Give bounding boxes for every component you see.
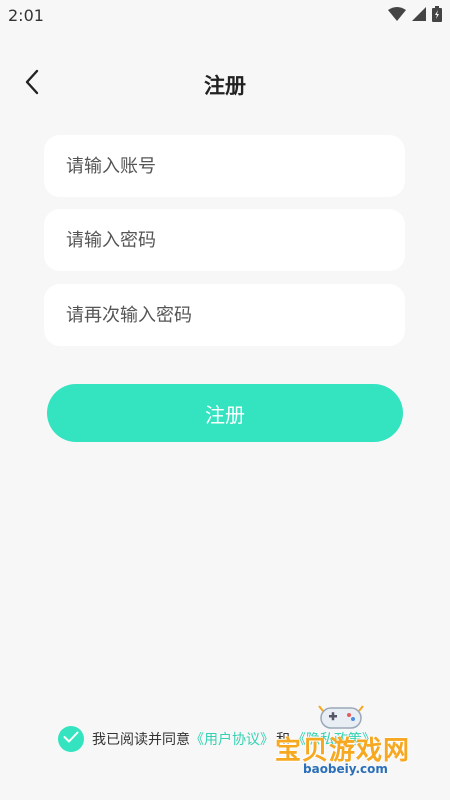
signal-icon [412,7,426,21]
agreement-prefix: 我已阅读并同意 [92,732,190,748]
watermark: 宝贝游戏网 baobeiy.com [275,700,425,790]
battery-icon [432,6,442,22]
password-input[interactable] [64,228,385,252]
status-time: 2:01 [8,6,44,25]
header: 注册 [0,60,450,108]
password-field-container [44,209,405,271]
account-input[interactable] [64,154,385,178]
register-button[interactable]: 注册 [47,384,403,442]
watermark-url: baobeiy.com [303,762,388,776]
check-icon [63,731,79,747]
status-bar: 2:01 [0,0,450,32]
confirm-password-input[interactable] [64,303,385,327]
confirm-password-field-container [44,284,405,346]
user-agreement-link[interactable]: 《用户协议》 [190,729,274,749]
status-icons [388,6,442,22]
account-field-container [44,135,405,197]
wifi-icon [388,7,406,21]
page-title: 注册 [204,74,246,98]
agree-checkbox[interactable] [58,726,84,752]
